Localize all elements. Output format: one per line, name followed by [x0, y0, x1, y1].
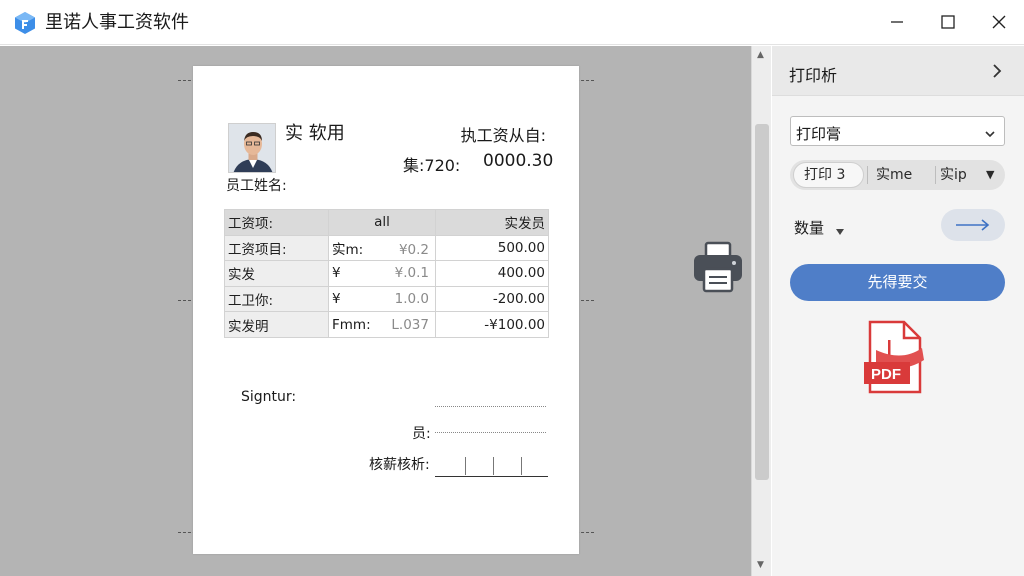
salary-amount: 500.00	[435, 234, 549, 262]
table-row: 工资项目: 实m: ¥0.2 500.00	[224, 234, 549, 262]
pdf-label: PDF	[871, 366, 901, 383]
segment-divider	[935, 166, 936, 184]
approval-tick	[493, 457, 494, 475]
salary-rate: ¥0.2	[398, 241, 429, 258]
printer-select-value: 打印膏	[796, 125, 842, 143]
submit-button[interactable]: 先得要交	[790, 264, 1005, 301]
approval-label: 核薪核析:	[369, 457, 430, 473]
salary-rate-cell: ¥ ¥.0.1	[328, 260, 436, 287]
salary-rate-cell: Fmm: L.037	[328, 311, 436, 338]
salary-rate: 1.0.0	[394, 291, 429, 308]
printer-icon[interactable]	[692, 241, 744, 295]
salary-amount: 400.00	[435, 260, 549, 287]
close-button[interactable]	[976, 0, 1022, 44]
minimize-button[interactable]	[874, 0, 920, 44]
salary-item: 实发明	[224, 311, 329, 338]
arrow-right-icon	[956, 219, 990, 231]
table-row: 实发 ¥ ¥.0.1 400.00	[224, 260, 549, 287]
approval-line	[435, 476, 548, 477]
segment-print[interactable]: 打印 3	[804, 160, 845, 190]
print-mode-segmented[interactable]: 打印 3 实me 实ip ▼	[790, 160, 1005, 190]
maximize-button[interactable]	[925, 0, 971, 44]
panel-header: 打印析	[772, 46, 1024, 96]
pdf-export-icon[interactable]: PDF	[862, 320, 932, 396]
table-row: 实发明 Fmm: L.037 -¥100.00	[224, 311, 549, 338]
minimize-icon	[891, 21, 903, 23]
print-settings-panel: 打印析 打印膏 打印 3 实me 实ip ▼ 数量 先得要交 PDF	[772, 46, 1024, 576]
employee-photo	[228, 123, 276, 173]
chevron-down-icon	[984, 125, 996, 144]
preview-scrollbar[interactable]: ▲ ▼	[751, 46, 771, 576]
salary-currency: 实m:	[332, 241, 364, 258]
salary-amount: -200.00	[435, 285, 549, 313]
table-header-cell: 实发员	[435, 209, 549, 236]
signature-label: Signtur:	[241, 389, 297, 405]
salary-amount: -¥100.00	[435, 311, 549, 338]
panel-title: 打印析	[789, 66, 838, 85]
app-logo-icon	[13, 11, 37, 35]
caret-down-icon[interactable]	[835, 221, 845, 240]
salary-currency: ¥	[332, 291, 341, 308]
payslip-page: 实 软用 员工姓名: 执工资从自: 集:720: 0000.30 工资项: al…	[193, 66, 579, 554]
salary-rate-cell: 实m: ¥0.2	[328, 234, 436, 262]
salary-rate: ¥.0.1	[394, 265, 429, 282]
salary-rate: L.037	[391, 316, 429, 333]
approval-tick	[521, 457, 522, 475]
app-title: 里诺人事工资软件	[45, 12, 189, 33]
payslip-title: 执工资从自:	[460, 126, 546, 145]
scroll-thumb[interactable]	[755, 124, 769, 480]
table-header-cell: all	[328, 209, 436, 236]
employee-name-label: 员工姓名:	[226, 178, 287, 194]
company-name: 实 软用	[285, 123, 345, 144]
salary-table: 工资项: all 实发员 工资项目: 实m: ¥0.2 500.00 实发 ¥ ¥.…	[224, 209, 549, 338]
salary-item: 工卫你:	[224, 285, 329, 313]
next-page-button[interactable]	[941, 209, 1005, 241]
close-icon	[992, 15, 1006, 29]
chevron-right-icon[interactable]	[990, 61, 1004, 85]
salary-item: 实发	[224, 260, 329, 287]
salary-rate-cell: ¥1.0.0	[328, 285, 436, 313]
segment-mode-3[interactable]: 实ip	[940, 160, 967, 190]
salary-item: 工资项目:	[224, 234, 329, 262]
approval-tick	[465, 457, 466, 475]
scroll-up-icon[interactable]: ▲	[757, 50, 764, 60]
table-row: 工卫你: ¥1.0.0 -200.00	[224, 285, 549, 313]
maximize-icon	[941, 15, 955, 29]
copies-dropdown-label[interactable]: 数量	[794, 217, 824, 238]
scroll-down-icon[interactable]: ▼	[757, 560, 764, 570]
signature-line	[435, 406, 546, 407]
segment-dropdown-icon[interactable]: ▼	[986, 160, 994, 190]
employee-sign-line	[435, 432, 546, 433]
printer-select[interactable]: 打印膏	[790, 116, 1005, 146]
payslip-total: 0000.30	[483, 151, 554, 171]
segment-mode-2[interactable]: 实me	[876, 160, 912, 190]
salary-currency: Fmm:	[332, 316, 371, 333]
table-header-row: 工资项: all 实发员	[224, 209, 549, 236]
title-bar: 里诺人事工资软件	[0, 0, 1024, 45]
payslip-period: 集:720:	[403, 156, 461, 175]
table-header-cell: 工资项:	[224, 209, 329, 236]
salary-currency: ¥	[332, 265, 341, 282]
employee-sign-label: 员:	[412, 426, 431, 442]
print-preview-canvas: 实 软用 员工姓名: 执工资从自: 集:720: 0000.30 工资项: al…	[0, 46, 751, 576]
segment-divider	[867, 166, 868, 184]
